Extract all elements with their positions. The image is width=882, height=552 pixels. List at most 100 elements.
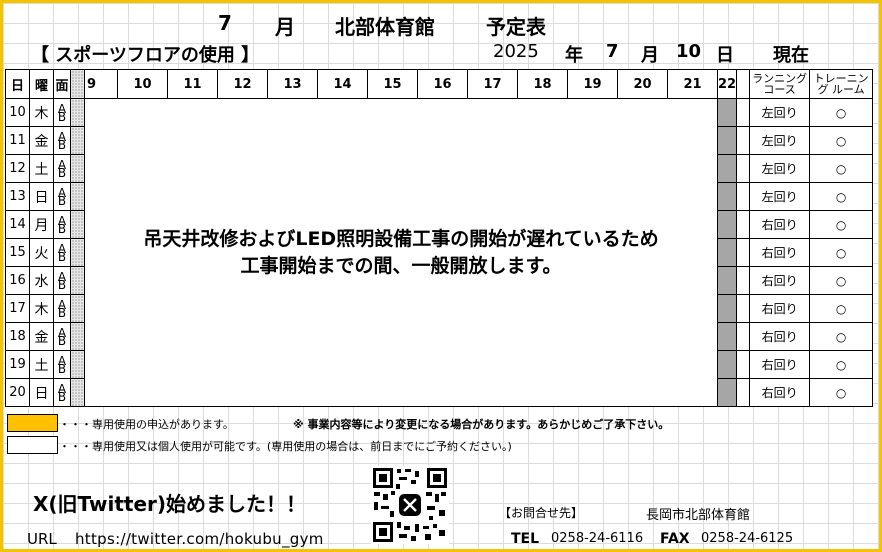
training-room-cell: ○ (809, 182, 874, 211)
legend-notice: ※ 事業内容等により変更になる場合があります。あらかじめご了承下さい。 (293, 418, 670, 431)
running-course-cell: 右回り (749, 294, 811, 323)
title-month-unit: 月 (275, 15, 295, 39)
spacer-cell (736, 322, 751, 351)
fax-label: FAX (660, 531, 690, 547)
gray-slot-cell (716, 294, 738, 323)
schedule-table: 日 曜 面 9 10 11 12 13 14 15 16 17 18 19 20… (5, 69, 874, 407)
training-room-cell: ○ (809, 98, 874, 127)
gray-slot-cell (716, 350, 738, 379)
gray-slot-cell (716, 322, 738, 351)
day-cell: 12 (5, 154, 30, 183)
training-room-cell: ○ (809, 238, 874, 267)
training-room-cell: ○ (809, 350, 874, 379)
url-label: URL (27, 530, 57, 548)
hatch-cell (70, 238, 85, 267)
weekday-cell: 日 (29, 182, 54, 211)
header-hour-13: 13 (267, 69, 318, 99)
side-ab-cell: A B (53, 266, 71, 295)
header-hatch (70, 69, 85, 99)
gray-slot-cell (716, 182, 738, 211)
header-hour-9: 9 (84, 69, 118, 99)
date-month-unit: 月 (641, 45, 659, 66)
schedule-message-area: 吊天井改修およびLED照明設備工事の開始が遅れているため 工事開始までの間、一般開… (84, 98, 718, 407)
hatch-cell (70, 378, 85, 407)
day-cell: 15 (5, 238, 30, 267)
running-course-cell: 右回り (749, 210, 811, 239)
hatch-cell (70, 294, 85, 323)
hatch-cell (70, 182, 85, 211)
day-cell: 20 (5, 378, 30, 407)
contact-name: 長岡市北部体育館 (646, 508, 751, 523)
header-hour-21: 21 (667, 69, 718, 99)
x-announcement: X(旧Twitter)始めました！！ (33, 492, 307, 516)
running-course-cell: 左回り (749, 182, 811, 211)
hatch-cell (70, 154, 85, 183)
side-ab-cell: A B (53, 350, 71, 379)
gray-slot-cell (716, 126, 738, 155)
weekday-cell: 木 (29, 98, 54, 127)
spacer-cell (736, 350, 751, 379)
spacer-cell (736, 266, 751, 295)
running-course-cell: 右回り (749, 322, 811, 351)
header-day: 日 (5, 69, 30, 99)
day-cell: 13 (5, 182, 30, 211)
table-body: 10 木 A B 吊天井改修およびLED照明設備工事の開始が遅れているため 工事開始まで… (5, 98, 874, 407)
schedule-message-line2: 工事開始までの間、一般開放します。 (240, 254, 562, 277)
weekday-cell: 金 (29, 126, 54, 155)
legend-open-swatch (7, 436, 58, 454)
side-ab-cell: A B (53, 378, 71, 407)
weekday-cell: 土 (29, 350, 54, 379)
weekday-cell: 日 (29, 378, 54, 407)
gray-slot-cell (716, 98, 738, 127)
header-hour-11: 11 (167, 69, 218, 99)
day-cell: 11 (5, 126, 30, 155)
header-hour-15: 15 (367, 69, 418, 99)
title-facility: 北部体育館 (335, 15, 435, 39)
header-weekday: 曜 (29, 69, 54, 99)
date-month: 7 (606, 41, 619, 62)
side-ab-cell: A B (53, 238, 71, 267)
side-ab-cell: A B (53, 294, 71, 323)
side-ab-cell: A B (53, 182, 71, 211)
header-hour-20: 20 (617, 69, 668, 99)
header-gray (736, 69, 751, 99)
date-day-unit: 日 (716, 45, 734, 66)
hatch-cell (70, 350, 85, 379)
table-row: 10 木 A B 吊天井改修およびLED照明設備工事の開始が遅れているため 工事開始まで… (5, 98, 874, 407)
hatch-cell (70, 210, 85, 239)
weekday-cell: 火 (29, 238, 54, 267)
legend-open-text: ・・・専用使用又は個人使用が可能です。(専用使用の場合は、前日までにご予約くださ… (59, 440, 512, 453)
header-hour-17: 17 (467, 69, 518, 99)
url-link[interactable]: https://twitter.com/hokubu_gym (75, 530, 324, 548)
training-room-cell: ○ (809, 294, 874, 323)
hatch-cell (70, 126, 85, 155)
spacer-cell (736, 126, 751, 155)
header-hour-19: 19 (567, 69, 618, 99)
header-hour-18: 18 (517, 69, 568, 99)
header-hour-16: 16 (417, 69, 468, 99)
weekday-cell: 金 (29, 322, 54, 351)
hatch-cell (70, 98, 85, 127)
running-course-cell: 左回り (749, 98, 811, 127)
gray-slot-cell (716, 378, 738, 407)
training-room-cell: ○ (809, 210, 874, 239)
qr-code-icon[interactable] (371, 466, 449, 544)
side-ab-cell: A B (53, 322, 71, 351)
spacer-cell (736, 154, 751, 183)
weekday-cell: 土 (29, 154, 54, 183)
side-ab-cell: A B (53, 126, 71, 155)
weekday-cell: 月 (29, 210, 54, 239)
schedule-message-line1: 吊天井改修およびLED照明設備工事の開始が遅れているため (143, 227, 659, 250)
running-course-cell: 左回り (749, 154, 811, 183)
date-day: 10 (676, 41, 702, 62)
hatch-cell (70, 266, 85, 295)
spacer-cell (736, 98, 751, 127)
training-room-cell: ○ (809, 322, 874, 351)
contact-label: 【お問合せ先】 (499, 506, 584, 520)
gray-slot-cell (716, 266, 738, 295)
running-course-cell: 右回り (749, 350, 811, 379)
header-running-course: ランニング コース (749, 69, 811, 99)
spacer-cell (736, 182, 751, 211)
side-ab-cell: A B (53, 210, 71, 239)
header-training-room: トレーニング ルーム (809, 69, 874, 99)
